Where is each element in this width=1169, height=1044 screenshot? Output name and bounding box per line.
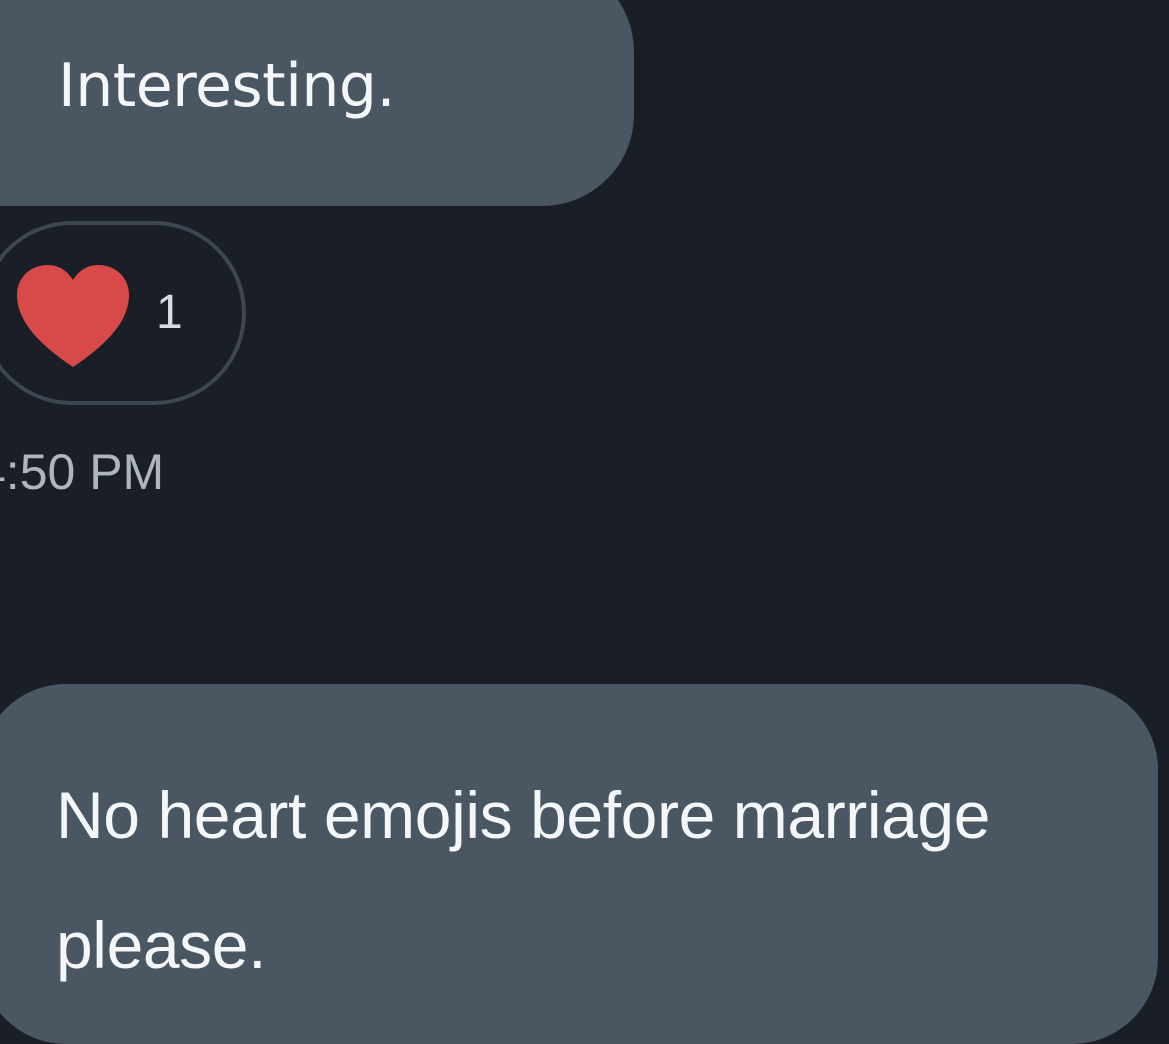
message-bubble[interactable]: No heart emojis before marriage please.: [0, 684, 1158, 1044]
message-text: Interesting.: [58, 51, 396, 121]
reaction-count: 1: [156, 286, 183, 339]
heart-icon: [17, 265, 129, 367]
message-timestamp: 4:50 PM: [0, 444, 165, 500]
message-text: No heart emojis before marriage please.: [56, 778, 991, 982]
message-bubble[interactable]: Interesting.: [0, 0, 634, 206]
reaction-pill[interactable]: 1: [0, 221, 246, 405]
chat-thread: Interesting. 1 4:50 PM No heart emojis b…: [0, 0, 1169, 1044]
